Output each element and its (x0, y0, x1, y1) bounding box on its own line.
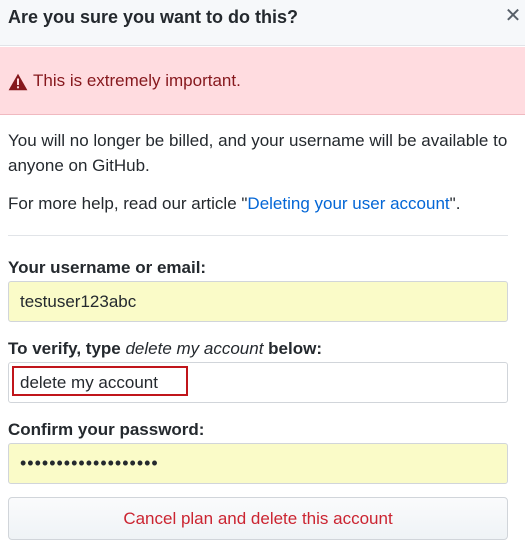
password-label: Confirm your password: (8, 420, 205, 439)
verify-label-suffix: below: (263, 339, 322, 358)
help-suffix: ". (449, 194, 461, 213)
dialog-title: Are you sure you want to do this? (8, 7, 299, 27)
username-label: Your username or email: (8, 258, 207, 277)
verify-label-prefix: To verify, type (8, 339, 126, 358)
alert-triangle-icon (8, 73, 28, 91)
verify-phrase: delete my account (125, 339, 264, 358)
warning-flash: This is extremely important. (0, 47, 525, 115)
verify-label: To verify, type delete my account below: (8, 339, 322, 359)
warning-text: This is extremely important. (33, 71, 241, 90)
close-icon: ✕ (504, 5, 522, 27)
help-article-link[interactable]: Deleting your user account (247, 194, 449, 213)
billing-warning-text: You will no longer be billed, and your u… (8, 131, 508, 175)
help-prefix: For more help, read our article " (8, 194, 248, 213)
verify-field[interactable]: delete my account (8, 362, 508, 403)
delete-account-button[interactable]: Cancel plan and delete this account (8, 497, 508, 540)
delete-account-dialog: Are you sure you want to do this? ✕ This… (0, 0, 525, 544)
help-text: For more help, read our article "Deletin… (8, 191, 513, 216)
username-field[interactable]: testuser123abc (8, 281, 508, 322)
divider (8, 235, 508, 236)
close-button[interactable]: ✕ (503, 5, 523, 27)
password-field[interactable]: ••••••••••••••••••• (8, 443, 508, 484)
dialog-header: Are you sure you want to do this? ✕ (0, 0, 525, 46)
